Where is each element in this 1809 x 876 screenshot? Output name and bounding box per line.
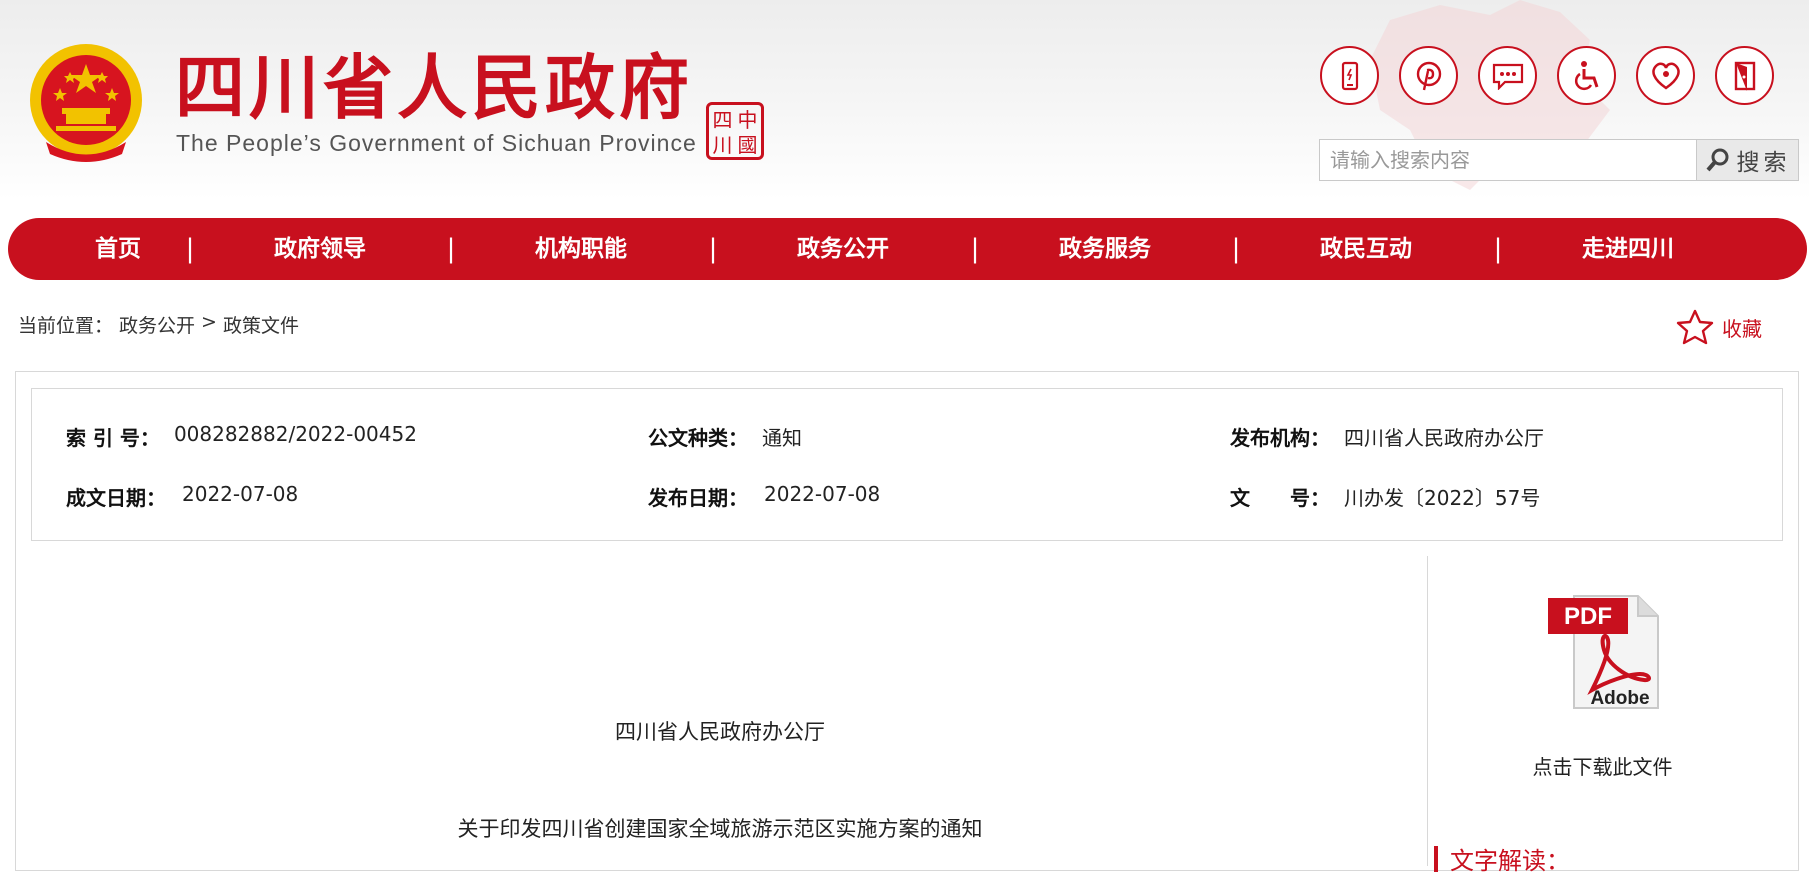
site-subtitle: The People’s Government of Sichuan Provi… — [176, 130, 697, 156]
star-icon — [1676, 309, 1714, 345]
pinterest-icon[interactable] — [1399, 46, 1458, 105]
meta-value: 通知 — [762, 426, 802, 450]
pdf-brand-text: Adobe — [1590, 688, 1649, 709]
accessibility-icon[interactable] — [1557, 46, 1616, 105]
search-button[interactable]: 搜索 — [1696, 140, 1798, 180]
meta-value: 2022-07-08 — [764, 482, 881, 506]
breadcrumb-link-policy-docs[interactable]: 政策文件 — [223, 311, 299, 338]
mobile-icon[interactable] — [1320, 46, 1379, 105]
meta-value: 川办发〔2022〕57号 — [1344, 486, 1541, 510]
nav-separator: | — [1493, 234, 1503, 264]
elderly-care-icon[interactable] — [1636, 46, 1695, 105]
meta-label: 发布日期： — [648, 486, 748, 510]
search-input[interactable] — [1320, 140, 1696, 180]
meta-publish-date: 发布日期： 2022-07-08 — [648, 482, 880, 511]
meta-publisher: 发布机构： 四川省人民政府办公厅 — [1230, 422, 1544, 451]
nav-item-interaction[interactable]: 政民互动 — [1320, 218, 1412, 280]
nav-item-about-sichuan[interactable]: 走进四川 — [1582, 218, 1674, 280]
breadcrumb: 当前位置： 政务公开 > 政策文件 — [18, 311, 299, 338]
favorite-button[interactable]: 收藏 — [1676, 309, 1762, 345]
search-icon — [1705, 148, 1728, 172]
pdf-badge-text: PDF — [1564, 603, 1612, 630]
favorite-label: 收藏 — [1722, 316, 1762, 341]
seal-char: 四 — [712, 107, 733, 132]
seal-char: 中 — [737, 107, 758, 132]
site-title: 四川省人民政府 — [175, 47, 693, 129]
meta-written-date: 成文日期： 2022-07-08 — [66, 482, 298, 511]
section-title-text: 文字解读： — [1450, 847, 1570, 875]
meta-label: 公文种类： — [648, 426, 748, 450]
meta-doc-type: 公文种类： 通知 — [648, 422, 802, 451]
nav-separator: | — [446, 234, 456, 264]
meta-value: 2022-07-08 — [182, 482, 299, 506]
nav-separator: | — [1231, 234, 1241, 264]
meta-doc-no: 文 号： 川办发〔2022〕57号 — [1230, 482, 1540, 511]
nav-separator: | — [708, 234, 718, 264]
search-box: 搜索 — [1319, 139, 1799, 181]
nav-separator: | — [970, 234, 980, 264]
meta-value: 四川省人民政府办公厅 — [1344, 426, 1544, 450]
seal-char: 川 — [712, 132, 733, 157]
seal-char: 國 — [737, 132, 758, 157]
meta-label: 索 引 号： — [66, 426, 160, 450]
interpretation-section-title: 文字解读： — [1434, 841, 1570, 876]
meta-value: 008282882/2022-00452 — [173, 422, 417, 446]
site-header: 四川省人民政府 The People’s Government of Sichu… — [0, 0, 1809, 200]
top-icon-bar — [1320, 46, 1774, 105]
nav-item-leadership[interactable]: 政府领导 — [274, 218, 366, 280]
document-meta-box: 索 引 号： 008282882/2022-00452 公文种类： 通知 发布机… — [31, 388, 1783, 541]
breadcrumb-link-open-government[interactable]: 政务公开 — [119, 311, 195, 338]
download-file-link[interactable]: 点击下载此文件 — [1430, 751, 1775, 780]
message-icon[interactable] — [1478, 46, 1537, 105]
pdf-download-icon[interactable]: PDF Adobe — [1546, 590, 1664, 714]
nav-item-open-government[interactable]: 政务公开 — [797, 218, 889, 280]
nav-item-functions[interactable]: 机构职能 — [535, 218, 627, 280]
exit-door-icon[interactable] — [1715, 46, 1774, 105]
breadcrumb-separator: > — [201, 311, 217, 333]
nav-separator: | — [185, 234, 195, 264]
national-emblem-logo — [30, 44, 142, 162]
nav-item-home[interactable]: 首页 — [95, 218, 141, 280]
document-title: 关于印发四川省创建国家全域旅游示范区实施方案的通知 — [457, 817, 983, 841]
nav-item-services[interactable]: 政务服务 — [1059, 218, 1151, 280]
section-marker — [1434, 845, 1438, 872]
breadcrumb-prefix: 当前位置： — [18, 315, 114, 337]
seal-stamp-logo: 四 中 川 國 — [706, 102, 764, 160]
main-nav: 首页 | 政府领导 | 机构职能 | 政务公开 | 政务服务 | 政民互动 | … — [8, 218, 1807, 280]
meta-label: 文 号： — [1230, 486, 1330, 510]
meta-label: 成文日期： — [66, 486, 166, 510]
search-button-label: 搜索 — [1736, 150, 1791, 176]
meta-index-no: 索 引 号： 008282882/2022-00452 — [66, 422, 417, 451]
meta-label: 发布机构： — [1230, 426, 1330, 450]
document-issuer: 四川省人民政府办公厅 — [615, 720, 825, 744]
